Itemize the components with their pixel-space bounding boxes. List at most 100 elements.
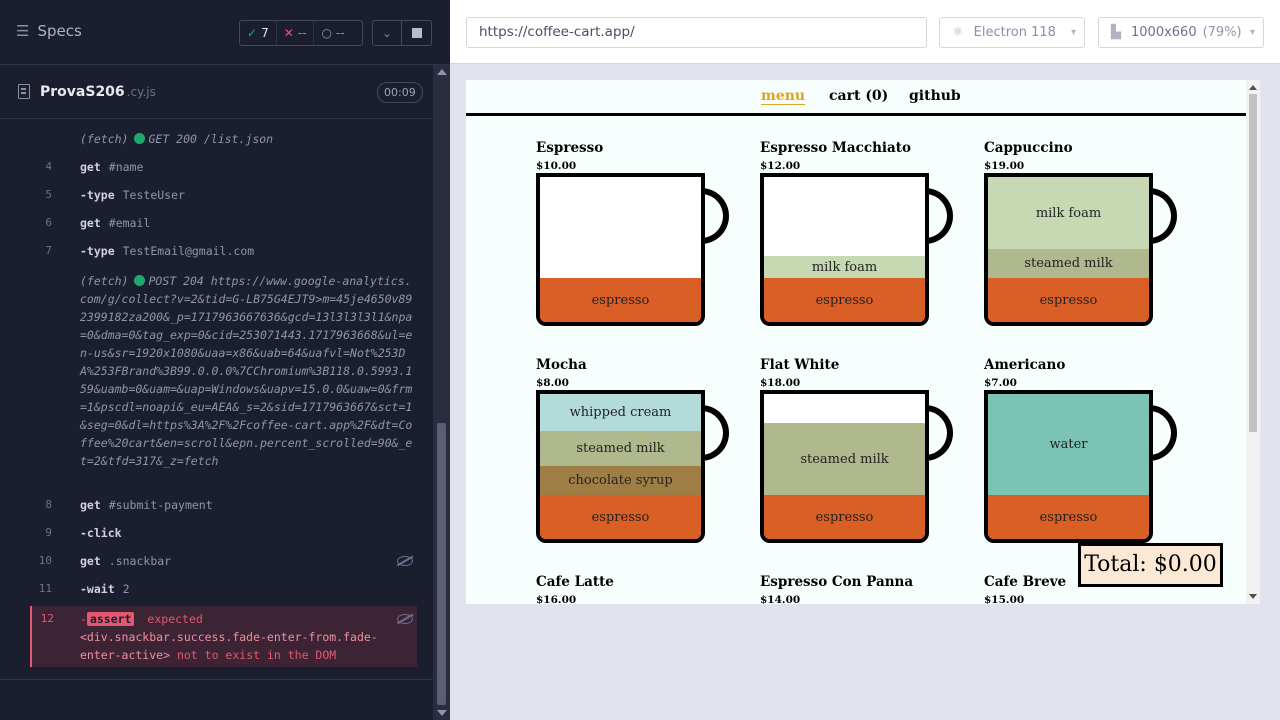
- reporter-scrollbar[interactable]: [433, 65, 450, 720]
- cup-handle: [1149, 405, 1177, 461]
- cup-handle: [925, 188, 953, 244]
- cup-layer: steamed milk: [540, 431, 701, 466]
- product-card: Americano $7.00 espresso water: [984, 357, 1184, 557]
- coffee-cup[interactable]: espresso steamed milk: [760, 390, 929, 543]
- assert-badge: assert: [86, 612, 135, 626]
- scroll-up-icon[interactable]: [1249, 85, 1257, 90]
- command-number: 5: [45, 188, 52, 201]
- product-name: Espresso Macchiato: [760, 140, 911, 156]
- menu-icon: ☰: [16, 22, 30, 40]
- command-name: -type: [80, 188, 115, 202]
- fetch-log: (fetch) POST 204 https://www.google-analy…: [80, 272, 415, 470]
- specs-toggle[interactable]: ☰ Specs: [16, 22, 82, 40]
- spec-header[interactable]: ProvaS206 .cy.js 00:09: [0, 65, 433, 119]
- cypress-reporter: ☰ Specs ✓ 7 ✕ -- ○ -- ⌄ ProvaS206 .cy.js…: [0, 0, 450, 720]
- coffee-cup[interactable]: espresso: [536, 173, 705, 326]
- browser-label: Electron 118: [973, 25, 1056, 40]
- scroll-down-icon[interactable]: [437, 710, 447, 716]
- product-price: $16.00: [536, 594, 577, 604]
- product-price: $7.00: [984, 377, 1017, 389]
- failed-count: --: [297, 26, 307, 40]
- cup-layer: water: [988, 394, 1149, 495]
- failed-stat: ✕ --: [275, 21, 314, 45]
- pending-count: --: [335, 26, 345, 40]
- command-number: 6: [45, 216, 52, 229]
- scroll-down-icon[interactable]: [1249, 594, 1257, 599]
- reporter-header: ☰ Specs ✓ 7 ✕ -- ○ -- ⌄: [0, 0, 450, 65]
- product-name: Cafe Breve: [984, 574, 1067, 590]
- passed-count: 7: [261, 26, 269, 40]
- coffee-cup[interactable]: espresso chocolate syrup steamed milk wh…: [536, 390, 705, 543]
- command-name: -type: [80, 244, 115, 258]
- spec-name: ProvaS206 .cy.js: [40, 84, 156, 100]
- eye-slash-icon: [397, 614, 413, 624]
- stop-button[interactable]: [402, 20, 432, 46]
- check-icon: ✓: [247, 26, 258, 40]
- product-card: Espresso Macchiato $12.00 espresso milk …: [760, 140, 960, 340]
- checkout-total-button[interactable]: Total: $0.00: [1078, 543, 1223, 587]
- command-name: get: [80, 498, 101, 512]
- collapse-button[interactable]: ⌄: [372, 20, 402, 46]
- scrollbar-thumb[interactable]: [437, 423, 446, 705]
- assert-prefix: -: [80, 612, 87, 626]
- x-icon: ✕: [283, 26, 294, 40]
- product-card: Espresso $10.00 espresso: [536, 140, 736, 340]
- product-price: $12.00: [760, 160, 801, 172]
- scrollbar-thumb[interactable]: [1249, 94, 1257, 432]
- coffee-cup[interactable]: espresso water: [984, 390, 1153, 543]
- product-name: Flat White: [760, 357, 840, 373]
- command-arg: TesteUser: [122, 188, 185, 202]
- product-name: Americano: [984, 357, 1066, 373]
- nav-cart-link[interactable]: cart (0): [829, 88, 888, 104]
- fetch-text: GET 200 /list.json: [148, 132, 274, 146]
- app-nav: menu cart (0) github: [466, 80, 1246, 116]
- cup-layer: steamed milk: [764, 423, 925, 495]
- cup-layer: espresso: [988, 278, 1149, 322]
- cup-layer: espresso: [988, 495, 1149, 539]
- product-name: Espresso: [536, 140, 604, 156]
- app-scrollbar[interactable]: [1246, 80, 1260, 604]
- assert-expected: expected: [147, 612, 203, 626]
- failed-assert-row[interactable]: 12 - assert expected <div.snackbar.succes…: [30, 606, 417, 667]
- passed-stat: ✓ 7: [240, 21, 276, 45]
- browser-selector[interactable]: ⚛ Electron 118 ▾: [939, 17, 1085, 48]
- viewport-zoom: (79%): [1202, 25, 1242, 40]
- command-number: 4: [45, 160, 52, 173]
- document-icon: [18, 84, 30, 99]
- product-price: $10.00: [536, 160, 577, 172]
- fetch-label: (fetch): [80, 274, 129, 288]
- product-price: $15.00: [984, 594, 1025, 604]
- product-price: $14.00: [760, 594, 801, 604]
- aut-header: https://coffee-cart.app/ ⚛ Electron 118 …: [450, 0, 1280, 64]
- app-preview: menu cart (0) github Espresso $10.00 esp…: [466, 80, 1260, 604]
- product-price: $18.00: [760, 377, 801, 389]
- scroll-up-icon[interactable]: [437, 69, 447, 75]
- coffee-cup[interactable]: espresso milk foam: [760, 173, 929, 326]
- assert-message: - assert expected <div.snackbar.success.f…: [80, 610, 400, 664]
- command-arg: #name: [108, 160, 144, 174]
- product-name: Mocha: [536, 357, 587, 373]
- product-name: Cappuccino: [984, 140, 1073, 156]
- test-stats: ✓ 7 ✕ -- ○ --: [239, 20, 363, 46]
- url-bar[interactable]: https://coffee-cart.app/: [466, 17, 927, 48]
- command-name: get: [80, 554, 101, 568]
- eye-slash-icon: [397, 556, 413, 566]
- command-name: get: [80, 160, 101, 174]
- cup-layer: whipped cream: [540, 394, 701, 431]
- specs-label: Specs: [37, 22, 82, 40]
- coffee-cup[interactable]: espresso steamed milk milk foam: [984, 173, 1153, 326]
- cup-layer: espresso: [764, 495, 925, 539]
- command-name: get: [80, 216, 101, 230]
- success-dot-icon: [134, 275, 146, 286]
- success-dot-icon: [134, 133, 146, 144]
- command-name: -click: [80, 526, 122, 540]
- fetch-label: (fetch): [80, 132, 129, 146]
- cup-layer: espresso: [540, 495, 701, 539]
- chevron-down-icon: ▾: [1249, 27, 1255, 38]
- product-card: Cappuccino $19.00 espresso steamed milk …: [984, 140, 1184, 340]
- cup-handle: [701, 188, 729, 244]
- viewport-info[interactable]: ▙ 1000x660 (79%) ▾: [1098, 17, 1264, 48]
- stop-icon: [411, 28, 422, 38]
- nav-github-link[interactable]: github: [909, 88, 961, 104]
- nav-menu-link[interactable]: menu: [761, 88, 806, 105]
